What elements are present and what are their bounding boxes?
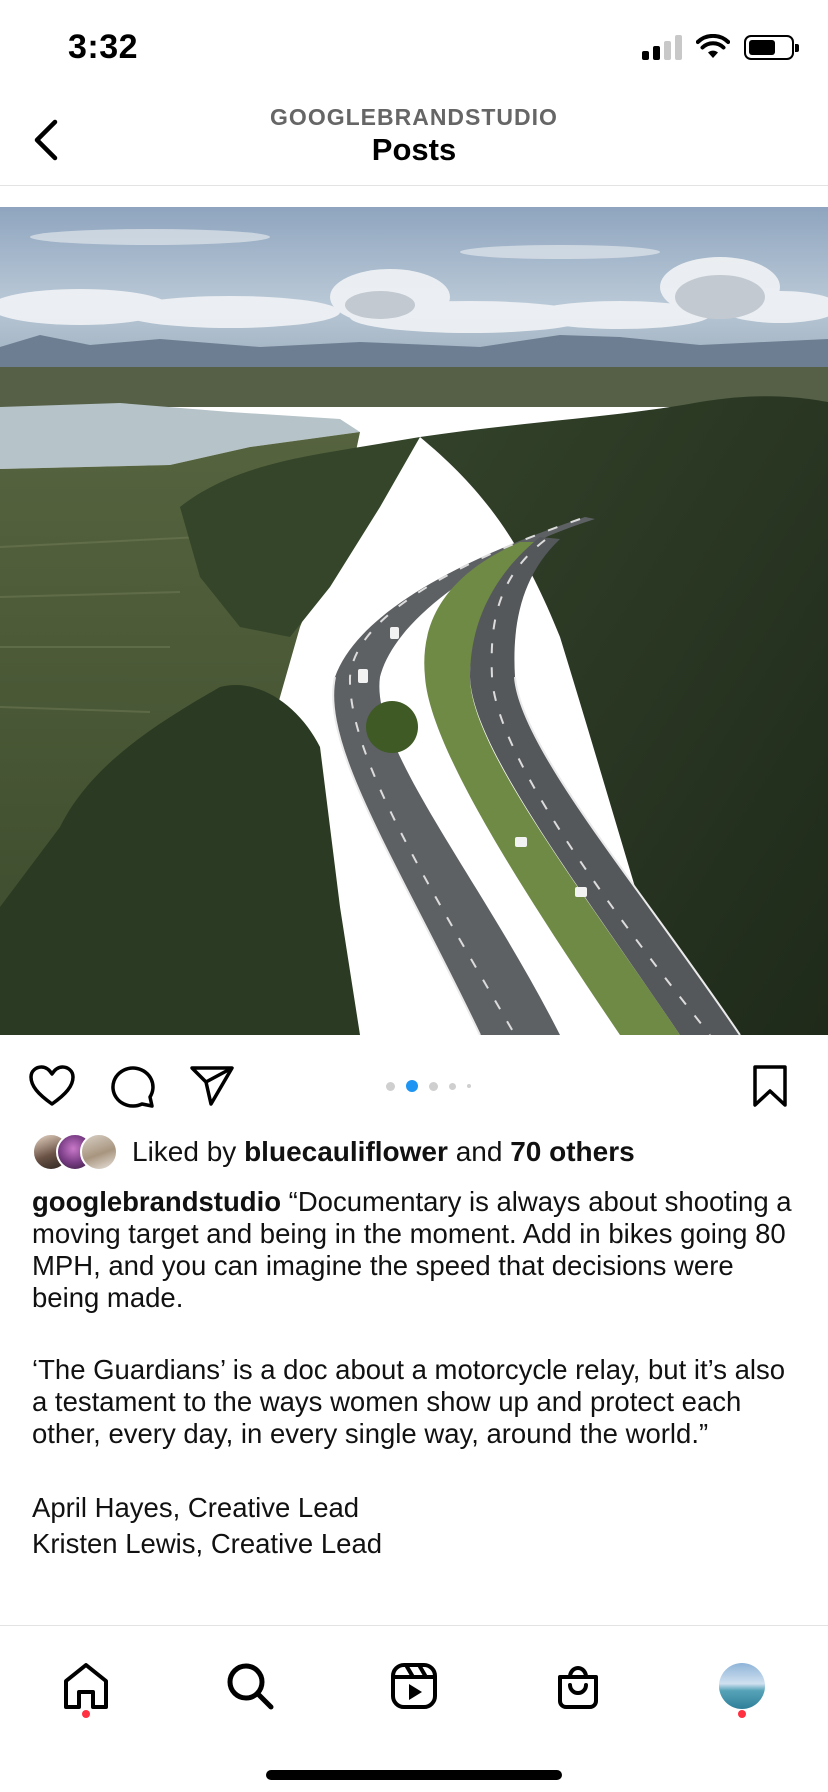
- liker-avatars: [32, 1133, 118, 1171]
- home-indicator: [266, 1770, 562, 1780]
- share-button[interactable]: [184, 1058, 240, 1114]
- wifi-icon: [696, 34, 730, 58]
- search-icon: [227, 1663, 274, 1710]
- status-bar: 3:32: [0, 0, 828, 100]
- home-notification-dot: [82, 1710, 90, 1718]
- status-icons: [642, 34, 799, 60]
- carousel-dot: [449, 1082, 456, 1090]
- carousel-dot: [429, 1081, 438, 1091]
- post-action-bar: [0, 1050, 828, 1120]
- likes-joiner: and: [455, 1136, 503, 1167]
- likes-others-count[interactable]: 70 others: [510, 1136, 635, 1167]
- shop-icon: [558, 1666, 598, 1709]
- carousel-dot-active: [406, 1080, 418, 1092]
- caption-credit-1: April Hayes, Creative Lead: [32, 1492, 360, 1523]
- comment-icon: [111, 1066, 155, 1108]
- caption-paragraph-1: googlebrandstudio “Documentary is always…: [32, 1186, 802, 1314]
- like-button[interactable]: [24, 1058, 80, 1114]
- tab-profile[interactable]: [710, 1654, 774, 1718]
- heart-icon: [29, 1065, 75, 1106]
- caption-credits: April Hayes, Creative Lead Kristen Lewis…: [32, 1490, 802, 1562]
- bottom-tab-bar: [0, 1625, 828, 1792]
- save-button[interactable]: [742, 1058, 798, 1114]
- header-account-name: GOOGLEBRANDSTUDIO: [270, 104, 558, 130]
- caption-credit-2: Kristen Lewis, Creative Lead: [32, 1528, 383, 1559]
- profile-notification-dot: [738, 1710, 746, 1718]
- post-caption: googlebrandstudio “Documentary is always…: [32, 1186, 802, 1562]
- carousel-dot: [386, 1081, 395, 1091]
- caption-paragraph-2: ‘The Guardians’ is a doc about a motorcy…: [32, 1354, 786, 1449]
- avatar: [80, 1133, 118, 1171]
- carousel-indicator: [386, 1080, 471, 1092]
- tab-search[interactable]: [218, 1654, 282, 1718]
- likes-prefix: Liked by: [132, 1136, 237, 1167]
- home-icon: [64, 1663, 108, 1709]
- share-icon: [190, 1066, 234, 1106]
- tab-home[interactable]: [54, 1654, 118, 1718]
- battery-icon: [744, 34, 799, 60]
- page-title: Posts: [371, 132, 457, 167]
- likes-text: Liked by bluecauliflower and 70 others: [132, 1136, 635, 1168]
- tab-shop[interactable]: [546, 1654, 610, 1718]
- liker-username[interactable]: bluecauliflower: [244, 1136, 448, 1167]
- caption-username[interactable]: googlebrandstudio: [32, 1186, 281, 1217]
- header: GOOGLEBRANDSTUDIO Posts: [0, 100, 828, 186]
- profile-avatar: [719, 1663, 765, 1709]
- likes-row[interactable]: Liked by bluecauliflower and 70 others: [32, 1130, 635, 1174]
- status-time: 3:32: [68, 28, 139, 66]
- comment-button[interactable]: [104, 1058, 160, 1114]
- carousel-dot: [467, 1084, 471, 1088]
- bookmark-icon: [753, 1065, 787, 1107]
- cellular-signal-icon: [642, 34, 682, 60]
- tab-reels[interactable]: [382, 1654, 446, 1718]
- reels-icon: [391, 1663, 437, 1709]
- post-image-landscape: [0, 207, 828, 1035]
- post-photo[interactable]: [0, 207, 828, 1035]
